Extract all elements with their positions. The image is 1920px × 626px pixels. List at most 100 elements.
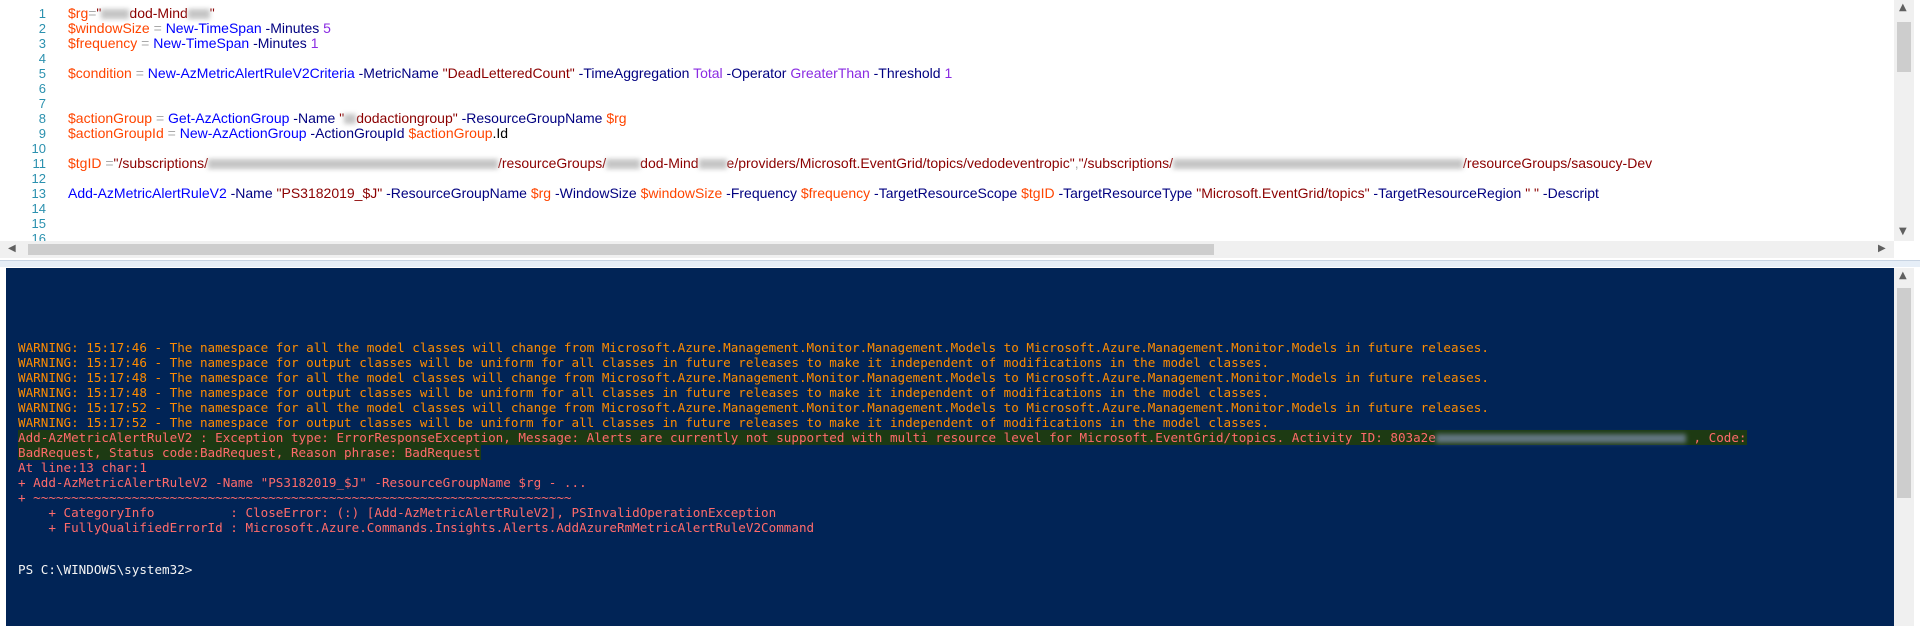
code-token: $actionGroup [68,110,153,126]
code-line[interactable]: Add-AzMetricAlertRuleV2 -Name "PS3182019… [68,186,1599,201]
line-number: 7 [38,96,46,111]
line-number: 10 [31,141,46,156]
code-token: dod-Mind [129,5,188,21]
code-line[interactable]: $rg=" dod-Mind " [68,6,215,21]
code-token: $rg [606,110,627,126]
warning-line: WARNING: 15:17:46 - The namespace for ou… [18,355,1270,370]
console-prompt[interactable]: PS C:\WINDOWS\system32> [18,562,192,577]
code-token: Add-AzMetricAlertRuleV2 [68,185,227,201]
line-number: 5 [38,66,46,81]
code-line[interactable]: $windowSize = New-TimeSpan -Minutes 5 [68,21,331,36]
code-token: Total [693,65,723,81]
scroll-right-arrow-icon[interactable]: ▶ [1878,243,1886,254]
code-token: -Operator [722,65,791,81]
error-message-line-2: BadRequest, Status code:BadRequest, Reas… [18,445,481,460]
code-token: "DeadLetteredCount" [442,65,575,81]
warning-line: WARNING: 15:17:48 - The namespace for ou… [18,385,1270,400]
redacted-text [208,159,498,170]
code-token: New-TimeSpan [165,20,262,36]
code-token: e/providers/Microsoft.EventGrid/topics/v… [726,155,1075,171]
pane-splitter[interactable] [0,260,1920,267]
editor-horizontal-scroll-thumb[interactable] [28,244,1214,255]
console-pane[interactable]: WARNING: 15:17:46 - The namespace for al… [6,268,1894,626]
code-token: " [209,5,215,21]
error-detail-line: + ~~~~~~~~~~~~~~~~~~~~~~~~~~~~~~~~~~~~~~… [18,490,572,505]
code-token: 1 [944,65,953,81]
warning-line: WARNING: 15:17:46 - The namespace for al… [18,340,1489,355]
code-token: -Descript [1539,185,1599,201]
code-token: $frequency [800,185,871,201]
line-number: 15 [31,216,46,231]
code-token: -TargetResourceRegion [1369,185,1526,201]
scroll-left-arrow-icon[interactable]: ◀ [8,243,16,254]
editor-vertical-scroll-thumb[interactable] [1897,22,1911,72]
code-token: /resourceGroups/ [498,155,607,171]
console-scroll-up-arrow-icon[interactable]: ▲ [1899,270,1907,281]
code-token: GreaterThan [790,65,870,81]
code-token: -TargetResourceType [1054,185,1197,201]
code-token: $rg [530,185,552,201]
code-token: dod-Mind [640,155,699,171]
code-token: = [149,20,166,36]
line-number: 14 [31,201,46,216]
console-vertical-scrollbar[interactable]: ▲ [1894,268,1914,626]
code-token: New-TimeSpan [153,35,250,51]
error-detail-line: + Add-AzMetricAlertRuleV2 -Name "PS31820… [18,475,587,490]
error-message-line-1: Add-AzMetricAlertRuleV2 : Exception type… [18,430,1747,445]
code-token: -Name [226,185,277,201]
script-editor-pane[interactable]: 1 2 3 4 5 6 7 8 9 10 11 12 13 14 15 16 $rg=" dod-Mind " $w… [0,0,1920,260]
code-line[interactable]: $tgID ="/subscriptions//resourceGroups/d… [68,156,1652,171]
code-token: $actionGroupId [68,125,164,141]
code-token: -TargetResourceScope [870,185,1022,201]
code-line[interactable]: $actionGroup = Get-AzActionGroup -Name "… [68,111,627,126]
code-token: "Microsoft.EventGrid/topics" [1196,185,1370,201]
console-vertical-scroll-thumb[interactable] [1897,288,1911,498]
code-token: -Threshold [869,65,945,81]
code-token: -ResourceGroupName [382,185,531,201]
redacted-text [101,9,130,20]
code-token: New-AzActionGroup [179,125,307,141]
code-token: dodactiongroup" [356,110,458,126]
redacted-text [1173,159,1464,170]
error-message-text: Add-AzMetricAlertRuleV2 : Exception type… [18,430,1436,445]
code-token: $windowSize [68,20,150,36]
line-number: 6 [38,81,46,96]
code-token: = [137,35,154,51]
scroll-down-arrow-icon[interactable]: ▼ [1899,226,1907,237]
code-token: $condition [68,65,132,81]
code-token: $actionGroup [408,125,493,141]
redacted-text [187,9,210,20]
scroll-up-arrow-icon[interactable]: ▲ [1899,2,1907,13]
code-token: " " [1525,185,1540,201]
warning-line: WARNING: 15:17:52 - The namespace for ou… [18,415,1270,430]
code-token: "/subscriptions/ [1078,155,1174,171]
code-token: 1 [310,35,319,51]
line-number: 4 [38,51,46,66]
code-line[interactable]: $condition = New-AzMetricAlertRuleV2Crit… [68,66,952,81]
code-line[interactable]: $actionGroupId = New-AzActionGroup -Acti… [68,126,508,141]
code-line[interactable]: $frequency = New-TimeSpan -Minutes 1 [68,36,318,51]
code-token: = [152,110,169,126]
code-token: New-AzMetricAlertRuleV2Criteria [147,65,355,81]
redacted-activity-id [1435,434,1686,443]
code-token: "PS3182019_$J" [276,185,383,201]
code-token: -Name [289,110,340,126]
code-token: -Minutes [261,20,324,36]
error-detail-line: At line:13 char:1 [18,460,147,475]
editor-vertical-scrollbar[interactable]: ▲ ▼ [1894,0,1914,241]
code-area[interactable]: $rg=" dod-Mind " $windowSize = New-TimeSpan… [68,0,1894,241]
warning-line: WARNING: 15:17:48 - The namespace for al… [18,370,1489,385]
code-token: -WindowSize [551,185,641,201]
code-token: -MetricName [354,65,443,81]
line-number: 13 [31,186,46,201]
code-token: $frequency [68,35,138,51]
redacted-text [344,114,357,125]
code-token: $windowSize [640,185,723,201]
code-token: .Id [492,125,509,141]
code-token: = [163,125,180,141]
editor-horizontal-scrollbar[interactable]: ◀ ▶ [0,241,1894,258]
code-token: $tgID [1021,185,1055,201]
code-token: = [131,65,148,81]
line-number: 8 [38,111,46,126]
code-token: $tgID [68,155,102,171]
